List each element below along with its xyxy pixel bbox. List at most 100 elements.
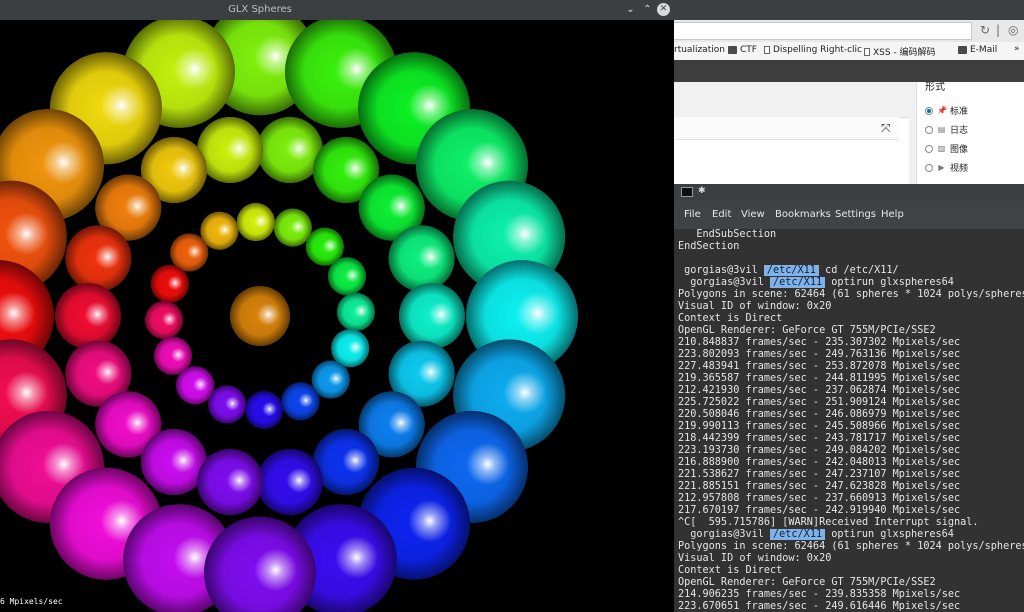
sphere-highlight	[254, 548, 297, 592]
prompt-path: /etc/X11	[763, 265, 819, 276]
sphere-highlight	[5, 371, 48, 414]
format-option-image[interactable]: ▨ 图像	[925, 142, 968, 155]
prompt-user: gorgias@3vil	[678, 265, 764, 276]
radio-button[interactable]	[925, 125, 933, 134]
terminal-line: 223.193730 frames/sec - 249.084202 Mpixe…	[678, 445, 961, 456]
terminal-output[interactable]: EndSubSection EndSection gorgias@3vil /et…	[674, 229, 1024, 612]
terminal-line: 220.508046 frames/sec - 246.086979 Mpixe…	[678, 409, 961, 420]
menu-help[interactable]: Help	[881, 209, 904, 220]
terminal-line: Polygons in scene: 62464 (61 spheres * 1…	[678, 541, 1024, 552]
pin-icon[interactable]: ✱	[698, 186, 706, 196]
bookmarks-overflow-icon[interactable]: »	[1014, 44, 1020, 54]
menu-icon[interactable]: ◎	[1008, 23, 1018, 37]
browser-tab-strip	[674, 0, 1024, 20]
sphere-highlight	[225, 396, 240, 411]
terminal-line: 221.885151 frames/sec - 247.623828 Mpixe…	[678, 481, 961, 492]
terminal-line: EndSection	[678, 241, 740, 252]
bookmark-label: Dispelling Right-clic	[773, 45, 862, 55]
terminal-line: ^C[ 595.715786] [WARN]Received Interrupt…	[678, 517, 979, 528]
page-icon	[764, 46, 770, 54]
sphere-highlight	[173, 47, 216, 91]
terminal-line: gorgias@3vil /etc/X11 optirun glxspheres…	[678, 277, 954, 289]
terminal-line: Visual ID of window: 0x20	[678, 553, 832, 564]
sphere-highlight	[503, 371, 547, 414]
terminal-window[interactable]: ✱ File Edit View Bookmarks Settings Help…	[674, 184, 1024, 612]
sphere-highlight	[95, 359, 121, 385]
terminal-line: 219.990113 frames/sec - 245.508966 Mpixe…	[678, 421, 961, 432]
format-label: 视频	[950, 164, 969, 174]
radio-button[interactable]	[925, 106, 933, 115]
menu-bookmarks[interactable]: Bookmarks	[775, 209, 831, 220]
terminal-menubar: File Edit View Bookmarks Settings Help	[674, 201, 1024, 230]
sphere-highlight	[100, 84, 143, 127]
window-titlebar[interactable]: GLX Spheres ⌄ ⌃ ✕	[0, 0, 674, 20]
sphere-highlight	[84, 301, 110, 327]
format-option-log[interactable]: ▤ 日志	[925, 123, 968, 136]
format-label: 图像	[950, 145, 969, 155]
glx-spheres-window[interactable]: GLX Spheres ⌄ ⌃ ✕ 6 Mpixels/sec	[0, 0, 674, 612]
menu-settings[interactable]: Settings	[835, 209, 876, 220]
sphere-highlight	[162, 311, 177, 327]
admin-bar	[674, 60, 1024, 82]
sphere-highlight	[124, 410, 151, 436]
sphere-highlight	[345, 268, 360, 283]
prompt-user: gorgias@3vil	[678, 277, 771, 288]
menu-view[interactable]: View	[741, 209, 765, 220]
bookmark-item[interactable]: Dispelling Right-clic	[764, 45, 862, 55]
terminal-line: 212.421930 frames/sec - 237.062874 Mpixe…	[678, 385, 961, 396]
terminal-app-icon	[681, 187, 693, 197]
prompt-user: gorgias@3vil	[678, 529, 771, 540]
format-option-standard[interactable]: 📌 标准	[925, 104, 968, 117]
bookmark-item[interactable]: E-Mail	[958, 45, 997, 55]
terminal-line: Polygons in scene: 62464 (61 spheres * 1…	[678, 289, 1024, 300]
format-label: 日志	[950, 126, 969, 136]
sphere-highlight	[328, 371, 344, 386]
bookmark-label: CTF	[740, 45, 757, 55]
terminal-line: Context is Direct	[678, 565, 783, 576]
bookmark-item[interactable]: XSS - 编码解码	[864, 45, 936, 58]
format-option-video[interactable]: ▶ 视频	[925, 161, 968, 174]
sphere-highlight	[290, 219, 306, 234]
menu-file[interactable]: File	[684, 209, 701, 220]
sphere-highlight	[388, 193, 414, 219]
terminal-line: Visual ID of window: 0x20	[678, 301, 832, 312]
sphere-highlight	[217, 222, 232, 238]
sphere-highlight	[171, 347, 186, 363]
sphere-highlight	[408, 499, 451, 543]
close-icon[interactable]: ✕	[657, 3, 670, 16]
radio-button[interactable]	[925, 163, 933, 172]
document-icon: ▤	[937, 125, 946, 134]
prompt-command: cd /etc/X11/	[818, 265, 899, 276]
bookmark-item[interactable]: rtualization	[674, 45, 725, 55]
terminal-titlebar[interactable]: ✱	[674, 184, 1024, 201]
terminal-line: 221.538627 frames/sec - 247.237107 Mpixe…	[678, 469, 961, 480]
fullscreen-icon[interactable]: ⤧	[881, 121, 891, 136]
radio-button[interactable]	[925, 144, 933, 153]
page-icon	[864, 47, 870, 56]
sphere-highlight	[503, 212, 547, 256]
menu-edit[interactable]: Edit	[712, 209, 731, 220]
sphere-highlight	[428, 301, 454, 327]
prompt-path: /etc/X11	[770, 277, 826, 288]
image-icon: ▨	[937, 144, 946, 153]
terminal-line: 219.365587 frames/sec - 244.811995 Mpixe…	[678, 373, 961, 384]
sphere-highlight	[170, 447, 196, 473]
terminal-line: gorgias@3vil /etc/X11 optirun glxspheres…	[678, 529, 954, 541]
sphere-highlight	[348, 340, 363, 355]
sphere-highlight	[124, 193, 151, 219]
terminal-line: 218.442399 frames/sec - 243.781717 Mpixe…	[678, 433, 961, 444]
terminal-line: 214.906235 frames/sec - 239.835358 Mpixe…	[678, 589, 961, 600]
terminal-line: gorgias@3vil /etc/X11 cd /etc/X11/	[678, 265, 899, 277]
format-box-title: 形式	[925, 82, 945, 93]
chevron-down-icon[interactable]: ⌄	[624, 3, 637, 16]
spheres-render-canvas[interactable]	[0, 20, 674, 612]
chevron-up-icon[interactable]: ⌃	[641, 3, 654, 16]
address-bar[interactable]	[674, 22, 972, 40]
reload-icon[interactable]: ↻	[980, 23, 990, 37]
editor-panel-header: ⤧	[674, 117, 899, 140]
sphere-highlight	[286, 135, 312, 161]
bookmark-item[interactable]: CTF	[728, 45, 757, 55]
format-label: 标准	[950, 107, 969, 117]
terminal-line: 212.957808 frames/sec - 237.660913 Mpixe…	[678, 493, 961, 504]
terminal-line: OpenGL Renderer: GeForce GT 755M/PCIe/SS…	[678, 577, 936, 588]
